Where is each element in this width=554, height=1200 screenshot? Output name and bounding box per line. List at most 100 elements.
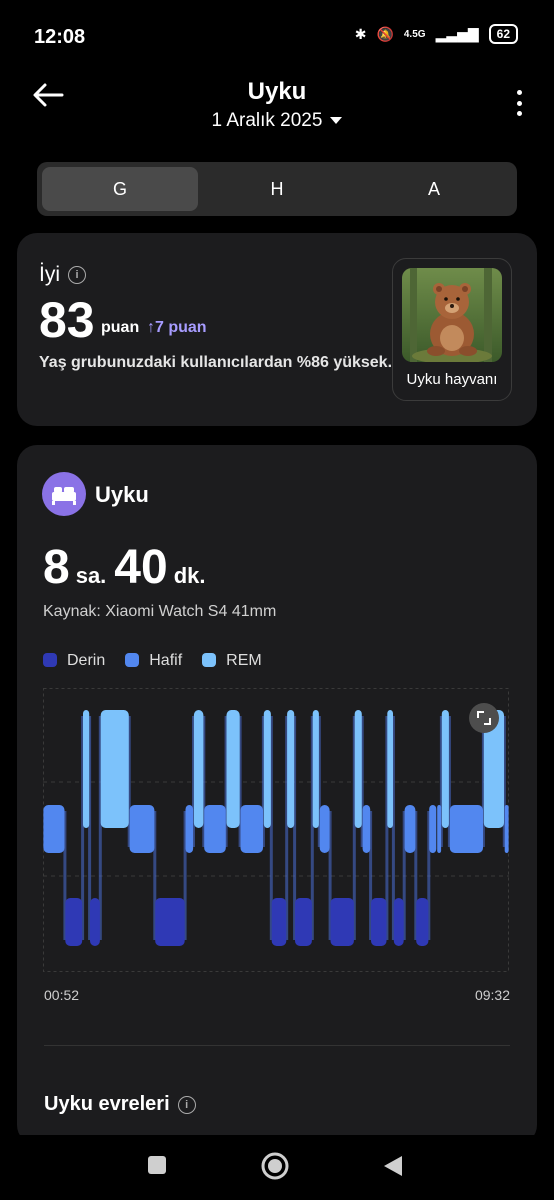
stage-bar-hafif bbox=[437, 805, 442, 853]
stage-bar-hafif bbox=[504, 805, 509, 853]
back-nav-button[interactable] bbox=[382, 1154, 404, 1183]
legend-light: Hafif bbox=[125, 652, 182, 670]
legend-label: REM bbox=[226, 652, 262, 669]
stage-bar-rem bbox=[312, 710, 319, 828]
stage-bar-hafif bbox=[204, 805, 226, 853]
stage-bar-rem bbox=[193, 710, 204, 828]
period-tabs: G H A bbox=[37, 162, 517, 216]
stage-bar-derin bbox=[416, 898, 429, 946]
stage-bar-hafif bbox=[319, 805, 330, 853]
stage-bar-derin bbox=[295, 898, 312, 946]
sleep-stage-chart[interactable] bbox=[43, 688, 509, 972]
stage-bar-derin bbox=[155, 898, 185, 946]
legend-label: Hafif bbox=[149, 652, 183, 669]
stage-bar-hafif bbox=[185, 805, 194, 853]
stage-bar-rem bbox=[83, 710, 90, 828]
status-time: 12:08 bbox=[34, 26, 86, 48]
stage-bar-hafif bbox=[449, 805, 483, 853]
chart-legend: Derin Hafif REM bbox=[43, 652, 262, 670]
sleep-duration: 8 sa. 40 dk. bbox=[43, 540, 213, 595]
triangle-back-icon bbox=[384, 1156, 402, 1176]
system-nav-bar bbox=[0, 1135, 554, 1200]
legend-deep: Derin bbox=[43, 652, 105, 670]
legend-swatch bbox=[125, 653, 140, 667]
expand-button[interactable] bbox=[469, 703, 499, 733]
page-title: Uyku bbox=[247, 78, 307, 105]
tab-month[interactable]: A bbox=[356, 167, 512, 211]
stage-bar-rem bbox=[100, 710, 129, 828]
more-options-button[interactable] bbox=[514, 90, 524, 116]
stage-bar-rem bbox=[354, 710, 362, 828]
stages-title-text: Uyku evreleri bbox=[44, 1093, 170, 1115]
stage-bar-derin bbox=[90, 898, 100, 946]
battery-icon: 62 bbox=[488, 24, 518, 44]
sleep-stages-heading: Uyku evreleri i bbox=[44, 1093, 196, 1116]
network-label: 4.5G bbox=[403, 28, 426, 40]
info-icon[interactable]: i bbox=[177, 1095, 196, 1114]
stage-bar-derin bbox=[271, 898, 287, 946]
stage-bar-rem bbox=[263, 710, 271, 828]
tab-week[interactable]: H bbox=[199, 167, 355, 211]
stage-bar-hafif bbox=[362, 805, 371, 853]
quality-label: İyi bbox=[39, 263, 60, 286]
bear-image bbox=[402, 268, 502, 362]
score-delta: ↑7 puan bbox=[147, 319, 207, 337]
legend-rem: REM bbox=[202, 652, 262, 670]
stage-bar-derin bbox=[393, 898, 404, 946]
bed-icon bbox=[42, 472, 86, 516]
stage-bar-rem bbox=[387, 710, 393, 828]
date-selector[interactable]: 1 Aralık 2025 bbox=[0, 110, 554, 132]
stage-bar-hafif bbox=[429, 805, 437, 853]
sleep-score-card[interactable]: İyi i 83 puan ↑7 puan Yaş grubunuzdaki k… bbox=[17, 233, 537, 426]
divider bbox=[44, 1045, 510, 1046]
legend-label: Derin bbox=[67, 652, 106, 669]
stage-bar-rem bbox=[441, 710, 449, 828]
expand-button-bg bbox=[469, 703, 499, 733]
sleep-score: 83 bbox=[39, 292, 95, 348]
chart-start-time: 00:52 bbox=[44, 987, 80, 1003]
stage-bar-hafif bbox=[240, 805, 263, 853]
score-delta-value: 7 puan bbox=[155, 319, 207, 336]
stage-bar-hafif bbox=[43, 805, 65, 853]
data-source: Kaynak: Xiaomi Watch S4 41mm bbox=[43, 603, 277, 620]
score-unit: puan bbox=[101, 319, 140, 336]
sleep-detail-card: Uyku 8 sa. 40 dk. Kaynak: Xiaomi Watch S4 4… bbox=[17, 445, 537, 1145]
recents-button[interactable] bbox=[147, 1155, 167, 1180]
duration-hours: 8 bbox=[43, 541, 70, 594]
sleep-animal-button[interactable]: Uyku hayvanı bbox=[392, 258, 512, 401]
legend-swatch bbox=[202, 653, 217, 667]
stage-bar-derin bbox=[65, 898, 83, 946]
stage-bar-hafif bbox=[404, 805, 416, 853]
stage-bar-rem bbox=[226, 710, 240, 828]
circle-icon bbox=[261, 1152, 289, 1180]
caret-down-icon bbox=[330, 117, 343, 125]
minutes-unit: dk. bbox=[173, 563, 206, 588]
comparison-text: Yaş grubunuzdaki kullanıcılardan %86 yük… bbox=[39, 354, 393, 371]
bluetooth-icon: ✱ bbox=[354, 25, 367, 42]
square-icon bbox=[148, 1156, 166, 1174]
hours-unit: sa. bbox=[75, 563, 107, 588]
legend-swatch bbox=[43, 653, 57, 667]
stage-bar-derin bbox=[371, 898, 387, 946]
info-icon[interactable]: i bbox=[68, 266, 86, 284]
stage-bar-hafif bbox=[129, 805, 155, 853]
duration-minutes: 40 bbox=[114, 541, 168, 594]
mute-icon: 🔕 bbox=[376, 25, 394, 42]
animal-label: Uyku hayvanı bbox=[406, 371, 498, 388]
more-dot-icon bbox=[516, 90, 522, 95]
signal-icon: ▂▃▅▇ bbox=[435, 25, 479, 42]
date-label: 1 Aralık 2025 bbox=[211, 110, 323, 131]
arrow-up-icon: ↑ bbox=[147, 319, 155, 336]
sleep-card-title: Uyku bbox=[95, 482, 149, 507]
status-icons: ✱ 🔕 4.5G ▂▃▅▇ 62 bbox=[355, 24, 518, 44]
sleep-quality: İyi i bbox=[39, 263, 86, 287]
home-button[interactable] bbox=[260, 1151, 290, 1186]
more-dot-icon bbox=[516, 111, 522, 116]
more-dot-icon bbox=[516, 100, 522, 106]
chart-end-time: 09:32 bbox=[474, 987, 510, 1003]
stage-bar-derin bbox=[330, 898, 354, 946]
stage-bar-rem bbox=[287, 710, 295, 828]
header: Uyku 1 Aralık 2025 bbox=[0, 70, 554, 160]
status-bar: 12:08 ✱ 🔕 4.5G ▂▃▅▇ 62 bbox=[0, 0, 554, 70]
tab-day[interactable]: G bbox=[42, 167, 198, 211]
